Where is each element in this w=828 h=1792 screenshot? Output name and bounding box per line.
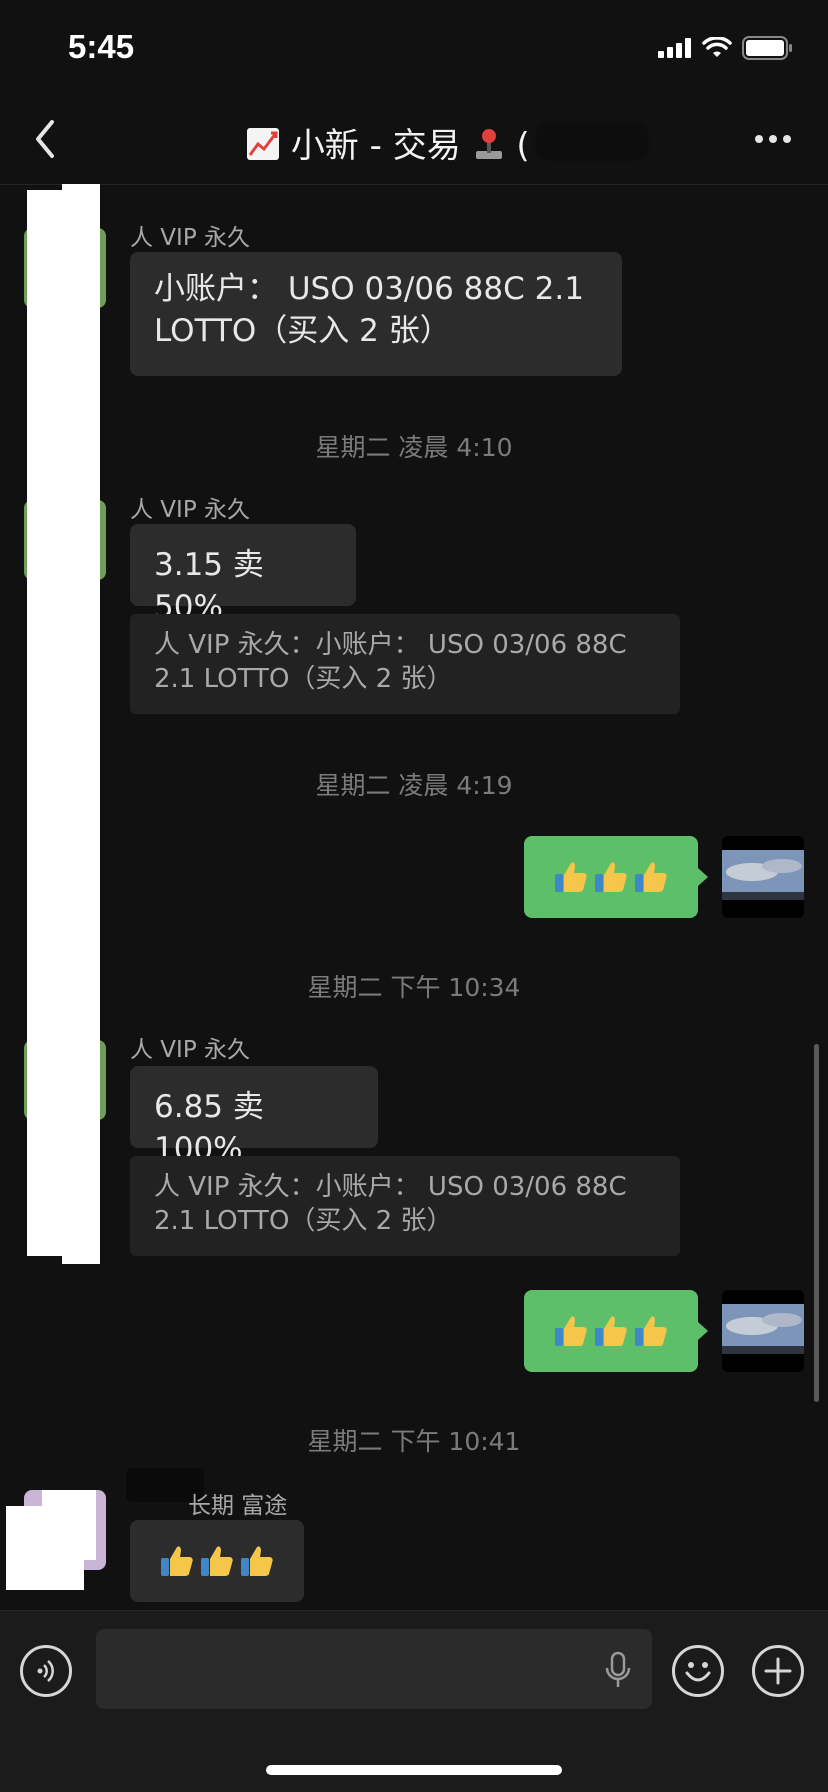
redaction-overlay [42,1490,96,1560]
quoted-message[interactable]: 人 VIP 永久：小账户： USO 03/06 88C 2.1 LOTTO（买入… [130,614,680,714]
message-list[interactable]: 人 VIP 永久 小账户： USO 03/06 88C 2.1 LOTTO（买入… [0,184,828,1610]
thumbs-up-icon [201,1546,233,1576]
timestamp: 星期二 凌晨 4:19 [315,771,513,800]
plus-icon[interactable] [752,1645,804,1697]
thumbs-up-icon [635,1316,667,1346]
my-avatar[interactable] [722,836,804,918]
thumbs-up-group [553,1313,669,1349]
sender-name: 人 VIP 永久 [130,497,251,523]
sender-name: 人 VIP 永久 [130,225,251,251]
smiley-face-icon [685,1662,711,1682]
timestamp: 星期二 下午 10:34 [307,973,521,1002]
ellipsis-icon[interactable] [754,134,792,144]
thumbs-up-group [159,1543,275,1579]
message-bubble[interactable]: 小账户： USO 03/06 88C 2.1 LOTTO（买入 2 张） [130,252,622,376]
chat-screen: 5:45 小新 - 交易 (人 VIP 永久 小账户： USO 03/06 8… [0,0,828,1792]
joystick-icon [475,129,502,159]
scrollbar[interactable] [814,1044,819,1402]
input-bar [0,1610,828,1792]
sky-photo-avatar [722,836,804,918]
quoted-message[interactable]: 人 VIP 永久：小账户： USO 03/06 88C 2.1 LOTTO（买入… [130,1156,680,1256]
plus-sign-icon [764,1657,792,1685]
smiley-icon[interactable] [672,1645,724,1697]
thumbs-up-icon [635,862,667,892]
chart-increasing-icon [247,128,279,160]
battery-icon [742,36,792,60]
sky-photo-avatar [722,1290,804,1372]
sender-name: 长期 富途 [188,1493,288,1519]
status-icons [658,36,794,60]
voice-icon[interactable] [20,1645,72,1697]
thumbs-up-icon [241,1546,273,1576]
message-bubble[interactable] [130,1520,304,1602]
chevron-left-icon[interactable] [30,118,60,160]
status-time: 5:45 [68,28,135,65]
message-bubble[interactable]: 6.85 卖 100% [130,1066,378,1167]
my-message-bubble[interactable] [524,1290,708,1372]
my-message-bubble[interactable] [524,836,708,918]
message-input[interactable] [96,1629,652,1709]
timestamp: 星期二 下午 10:41 [307,1427,521,1456]
my-avatar[interactable] [722,1290,804,1372]
chat-title-text: 小新 - 交易 [290,126,461,166]
nav-bar: 小新 - 交易 ( [0,96,828,185]
chat-title-suffix: ( [516,126,530,166]
thumbs-up-icon [161,1546,193,1576]
thumbs-up-icon [555,862,587,892]
signal-icon [658,38,691,58]
thumbs-up-icon [595,1316,627,1346]
microphone-icon[interactable] [604,1651,632,1689]
redaction-overlay [62,184,100,1264]
chat-title: 小新 - 交易 ( [246,118,530,167]
redacted-title-part [536,124,648,160]
thumbs-up-icon [555,1316,587,1346]
home-indicator[interactable] [266,1765,562,1775]
thumbs-up-icon [595,862,627,892]
sender-name: 人 VIP 永久 [130,1037,251,1063]
voice-waves-icon [37,1660,54,1682]
status-bar: 5:45 [0,0,828,96]
thumbs-up-group [553,859,669,895]
timestamp: 星期二 凌晨 4:10 [315,433,513,462]
wifi-icon [702,37,732,57]
redaction-overlay [27,190,63,1256]
message-bubble[interactable]: 3.15 卖 50% [130,524,356,625]
